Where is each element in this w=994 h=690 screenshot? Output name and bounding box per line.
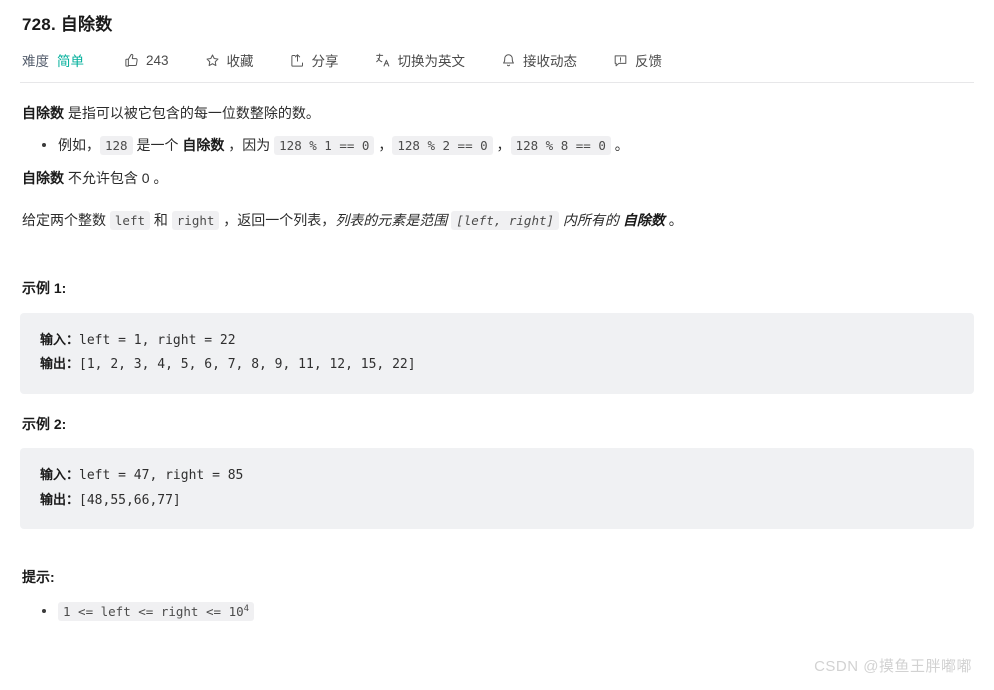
code-mod-2: 128 % 2 == 0	[392, 136, 493, 156]
bullet-prefix: 例如，	[58, 137, 100, 154]
code-mod-8: 128 % 8 == 0	[510, 136, 611, 156]
problem-page: 728. 自除数 难度 简单 243 收藏 分享 切换为英文 接收动态 反馈 自…	[0, 0, 994, 625]
hints-heading: 提示:	[22, 569, 55, 586]
output-label: 输出：	[40, 357, 80, 373]
rule-paragraph: 自除数 不允许包含 0 。	[22, 166, 974, 190]
translate-button[interactable]: 切换为英文	[375, 50, 466, 70]
like-count: 243	[146, 52, 169, 68]
definition-term: 自除数	[22, 105, 64, 121]
code-left: left	[109, 211, 150, 231]
feedback-icon	[613, 53, 628, 68]
code-range: [left, right]	[451, 211, 560, 231]
star-icon	[205, 53, 220, 68]
favorite-button[interactable]: 收藏	[205, 50, 254, 70]
example-heading: 示例 1:	[22, 280, 67, 297]
output-value: [1, 2, 3, 4, 5, 6, 7, 8, 9, 11, 12, 15, …	[79, 357, 416, 373]
example-bullet-list: 例如， 128 是一个 自除数 ，因为 128 % 1 == 0 ， 128 % 2…	[20, 133, 974, 158]
definition-paragraph: 自除数 是指可以被它包含的每一位数整除的数。	[22, 101, 974, 125]
input-label: 输入：	[40, 467, 80, 483]
task-italic-2: 内所有的	[559, 212, 623, 229]
subscribe-label: 接收动态	[523, 54, 578, 69]
share-label: 分享	[311, 54, 339, 69]
input-value: left = 1, right = 22	[79, 332, 236, 348]
feedback-button[interactable]: 反馈	[613, 50, 662, 70]
definition-rest: 是指可以被它包含的每一位数整除的数。	[64, 105, 320, 121]
translate-label: 切换为英文	[397, 54, 466, 69]
hints-list: 1 <= left <= right <= 104	[20, 599, 974, 624]
translate-icon	[375, 52, 391, 68]
list-item: 例如， 128 是一个 自除数 ，因为 128 % 1 == 0 ， 128 % 2…	[42, 133, 974, 158]
input-label: 输入：	[40, 332, 80, 348]
bullet-sep-1: ，	[374, 137, 393, 154]
task-prefix: 给定两个整数	[22, 212, 110, 229]
input-value: left = 47, right = 85	[79, 467, 244, 483]
subscribe-button[interactable]: 接收动态	[501, 50, 577, 70]
favorite-label: 收藏	[226, 54, 254, 69]
output-value: [48,55,66,77]	[79, 492, 181, 508]
watermark: CSDN @摸鱼王胖嘟嘟	[814, 658, 972, 675]
hints-section: 提示: 1 <= left <= right <= 104	[20, 565, 974, 624]
like-button[interactable]: 243	[124, 53, 169, 68]
header-divider	[20, 82, 974, 83]
bullet-middle: 是一个	[132, 137, 183, 154]
output-label: 输出：	[40, 492, 80, 508]
code-mod-1: 128 % 1 == 0	[274, 136, 375, 156]
task-italic-1: 列表的元素是范围	[335, 212, 452, 229]
problem-description: 自除数 是指可以被它包含的每一位数整除的数。 例如， 128 是一个 自除数 ，因…	[20, 101, 974, 625]
bullet-term: 自除数	[182, 137, 225, 154]
share-button[interactable]: 分享	[290, 50, 339, 70]
difficulty-badge: 难度 简单	[22, 50, 84, 70]
task-suffix: 。	[664, 212, 683, 229]
bullet-because: ，因为	[224, 137, 275, 154]
list-item: 1 <= left <= right <= 104	[42, 599, 974, 624]
page-title: 728. 自除数	[22, 15, 113, 34]
example-heading: 示例 2:	[22, 415, 67, 432]
constraint-exponent: 4	[243, 604, 250, 615]
problem-toolbar: 难度 简单 243 收藏 分享 切换为英文 接收动态 反馈	[22, 50, 974, 70]
example-codeblock: 输入：left = 47, right = 85 输出：[48,55,66,77…	[20, 447, 974, 530]
thumbs-up-icon	[124, 53, 139, 68]
code-128: 128	[100, 136, 133, 156]
constraint-main: 1 <= left <= right <= 10	[63, 604, 244, 620]
share-icon	[290, 53, 305, 68]
bell-icon	[501, 53, 516, 68]
task-italic-bold: 自除数	[622, 212, 665, 229]
bullet-suffix: 。	[610, 137, 629, 154]
rule-term: 自除数	[22, 170, 64, 187]
task-paragraph: 给定两个整数 left 和 right ，返回一个列表，列表的元素是范围 [le…	[22, 208, 974, 232]
example-section-2: 示例 2: 输入：left = 47, right = 85 输出：[48,55…	[20, 412, 974, 530]
task-and: 和	[150, 212, 172, 229]
code-right: right	[171, 211, 220, 231]
difficulty-value: 简单	[57, 54, 84, 69]
rule-rest: 不允许包含 0 。	[64, 170, 168, 187]
difficulty-label: 难度	[22, 54, 49, 69]
bullet-sep-2: ，	[492, 137, 511, 154]
example-codeblock: 输入：left = 1, right = 22 输出：[1, 2, 3, 4, …	[20, 312, 974, 394]
example-section-1: 示例 1: 输入：left = 1, right = 22 输出：[1, 2, …	[20, 276, 974, 394]
constraint-code: 1 <= left <= right <= 104	[58, 602, 255, 622]
task-middle: ，返回一个列表，	[219, 212, 336, 229]
feedback-label: 反馈	[635, 54, 663, 69]
